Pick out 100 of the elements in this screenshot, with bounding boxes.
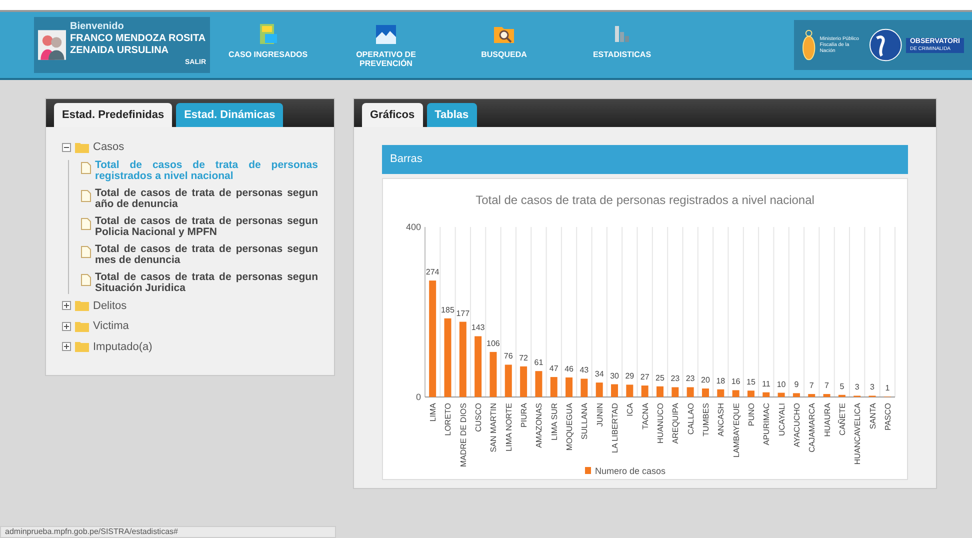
user-avatar-icon [38, 28, 66, 62]
bar [535, 370, 542, 396]
bar [732, 390, 740, 396]
x-axis-label: LORETO [444, 402, 453, 436]
tree-folder-label[interactable]: Delitos [93, 298, 127, 314]
status-bar: adminprueba.mpfn.gob.pe/SISTRA/estadisticas# [0, 526, 336, 538]
chart-title: Total de casos de trata de personas registrados a nivel nacional [476, 192, 814, 206]
bar [778, 392, 785, 396]
bar [747, 390, 754, 396]
x-axis-label: PASCO [883, 402, 892, 430]
bar [686, 386, 694, 396]
greeting-text: Bienvenido [70, 21, 125, 33]
data-label: 76 [504, 351, 513, 360]
bar [672, 386, 679, 396]
x-axis-label: AYACUCHO [792, 402, 802, 447]
tree-folder-label[interactable]: Imputado(a) [93, 338, 152, 355]
document-icon [81, 218, 91, 230]
tree-folder-label[interactable]: Casos [93, 139, 124, 156]
expand-icon[interactable] [62, 322, 71, 331]
section-header: Barras [382, 145, 908, 174]
bar [641, 385, 648, 396]
data-label: 34 [594, 369, 604, 378]
x-axis-label: SANTA [868, 402, 878, 429]
bar [474, 336, 482, 396]
x-axis-label: UCAYALI [777, 402, 786, 436]
data-label: 185 [441, 304, 454, 314]
x-axis-label: SAN MARTIN [489, 402, 498, 452]
file-cabinet-icon [257, 22, 279, 46]
bar [566, 376, 573, 396]
data-label: 177 [456, 308, 470, 318]
data-label: 20 [701, 375, 710, 384]
expand-icon[interactable] [62, 301, 71, 310]
document-icon [81, 274, 91, 286]
bar [580, 378, 588, 396]
x-axis-label: SULLANA [580, 402, 590, 439]
x-axis-label: AREQUIPA [671, 402, 680, 444]
nav-label: ESTADISTICAS [592, 50, 652, 59]
data-label: 11 [762, 378, 770, 388]
bar [626, 384, 634, 396]
data-label: 16 [731, 376, 740, 386]
tab[interactable]: Gráficos [362, 102, 423, 127]
data-label: 15 [746, 377, 756, 386]
data-label: 61 [534, 358, 544, 367]
x-axis-label: PUNO [746, 402, 756, 426]
x-axis-label: PIURA [520, 402, 529, 427]
tree-item-link[interactable]: Total de casos de trata de personas segun mes de denuncia [95, 244, 318, 266]
data-label: 106 [486, 338, 500, 348]
nav-label: CASO INGRESADOS [228, 50, 308, 59]
bar [823, 394, 830, 396]
bar [490, 351, 497, 396]
data-label: 43 [580, 365, 589, 374]
x-axis-label: LIMA [428, 402, 438, 422]
data-label: 23 [686, 374, 695, 383]
data-label: 1 [885, 383, 890, 392]
nav-label: OPERATIVO DE PREVENCIÓN [355, 50, 417, 68]
nav-label: BUSQUEDA [481, 50, 527, 59]
bar [550, 376, 558, 396]
x-axis-label: JUNIN [595, 402, 604, 426]
data-label: 7 [809, 380, 814, 390]
tree-folder-label[interactable]: Victima [93, 318, 129, 334]
x-axis-label: MOQUEGUA [565, 402, 574, 450]
tree-item-link[interactable]: Total de casos de trata de personas segun año de denuncia [95, 188, 318, 210]
x-axis-label: CAÑETE [838, 402, 847, 435]
x-axis-label: HUAURA [822, 402, 832, 436]
document-icon [81, 190, 91, 202]
data-label: 72 [519, 352, 528, 362]
folder-icon [75, 142, 89, 153]
document-icon [81, 246, 91, 258]
bar [792, 392, 800, 396]
data-label: 10 [776, 379, 786, 388]
x-axis-label: LAMBAYEQUE [732, 402, 741, 458]
data-label: 143 [471, 322, 485, 332]
tab[interactable]: Estad. Predefinidas [54, 102, 172, 127]
data-label: 5 [840, 381, 844, 390]
bar [717, 388, 724, 396]
x-axis-label: LIMA NORTE [504, 402, 514, 451]
data-label: 7 [824, 380, 829, 390]
bar [596, 382, 603, 396]
seal-icon [802, 28, 816, 62]
collapse-icon[interactable] [62, 142, 71, 152]
tree-item-link[interactable]: Total de casos de trata de personas segun Policia Nacional y MPFN [95, 216, 318, 238]
user-name: FRANCO MENDOZA ROSITA ZENAIDA URSULINA [70, 33, 206, 57]
data-label: 9 [794, 380, 799, 389]
document-icon [81, 162, 91, 174]
y-tick-label: 0 [416, 392, 421, 402]
bar [838, 394, 846, 396]
data-label: 23 [670, 374, 680, 383]
x-axis-label: CAJAMARCA [808, 402, 817, 452]
bar [702, 388, 709, 396]
x-axis-label: ICA [626, 402, 635, 416]
y-tick-label: 400 [406, 222, 421, 232]
data-label: 25 [656, 372, 664, 382]
bar [656, 386, 664, 396]
bar [611, 384, 618, 396]
tree-item-link[interactable]: Total de casos de trata de personas segun Situación Juridica [95, 272, 318, 294]
data-label: 3 [854, 382, 860, 392]
expand-icon[interactable] [62, 342, 71, 352]
legend-item: Numero de casos [585, 466, 666, 476]
x-axis-label: HUANCAVELICA [853, 402, 862, 464]
x-axis-label: APURIMAC [762, 402, 772, 445]
